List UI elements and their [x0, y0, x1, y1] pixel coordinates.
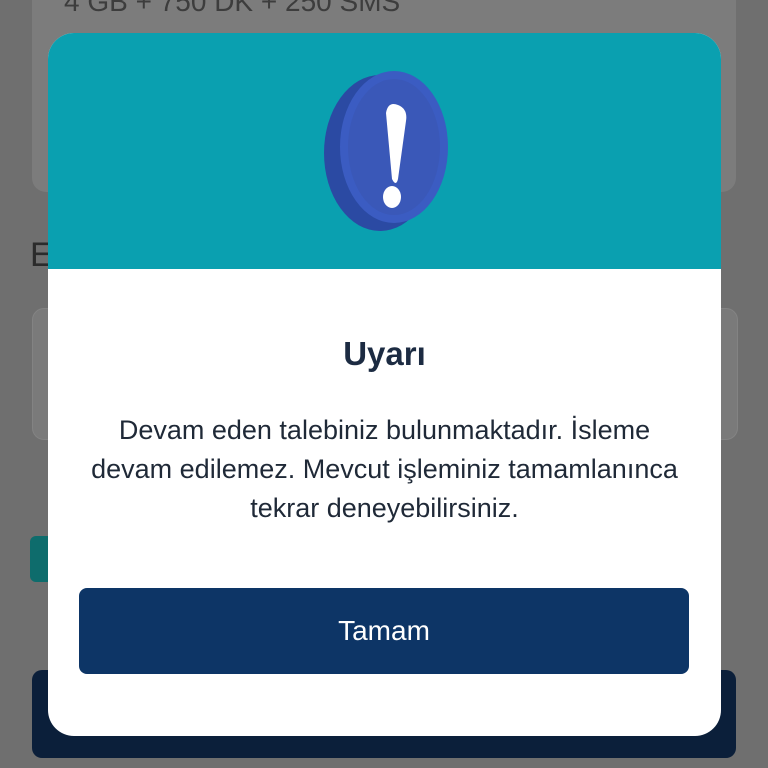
package-summary: 4 GB + 750 DK + 250 SMS: [64, 0, 401, 17]
exclamation-icon: [324, 71, 448, 231]
dialog-message: Devam eden talebiniz bulunmaktadır. İsle…: [91, 415, 678, 523]
dialog-title: Uyarı: [343, 335, 426, 372]
dialog-header: [48, 33, 721, 269]
warning-dialog: Uyarı Devam eden talebiniz bulunmaktadır…: [48, 33, 721, 736]
ok-button[interactable]: Tamam: [79, 588, 689, 674]
